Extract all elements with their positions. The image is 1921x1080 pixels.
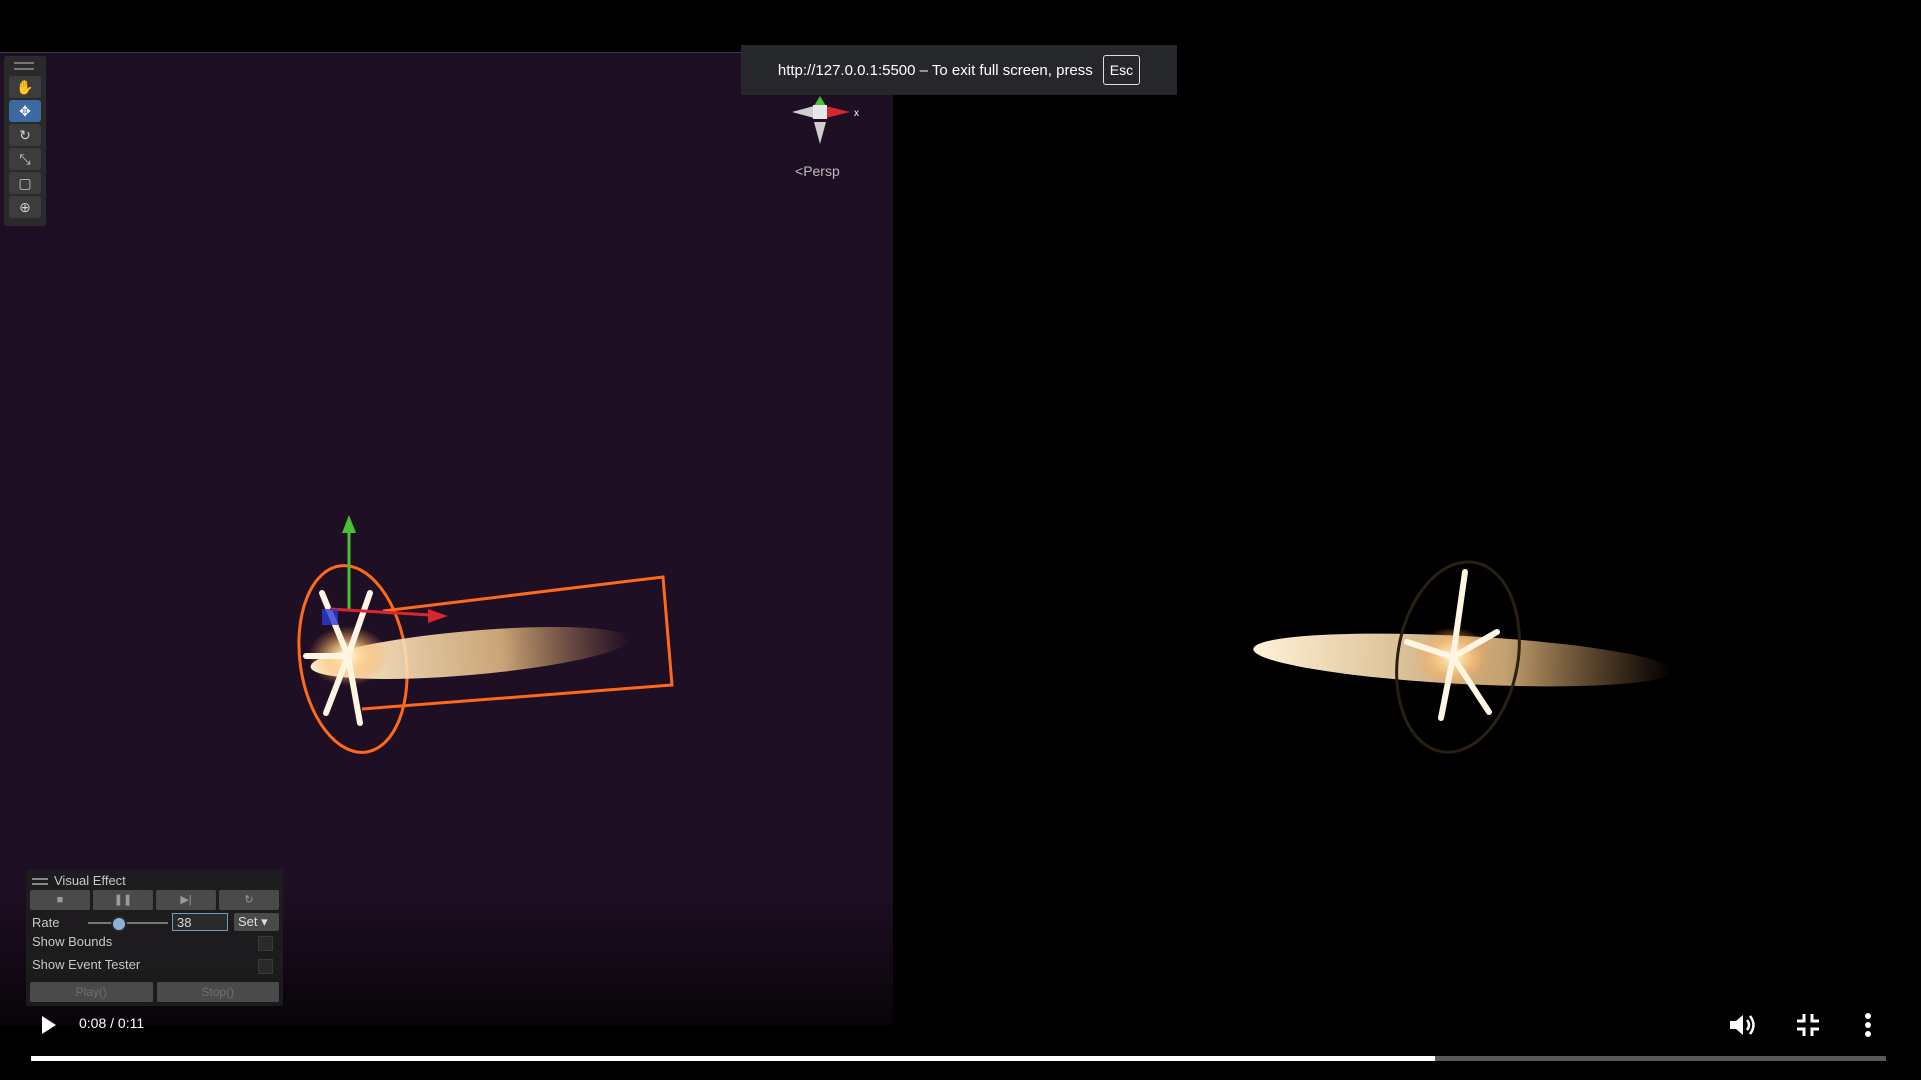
playback-buttons: ■ ❚❚ ▶| ↻ (30, 890, 279, 910)
stop-button[interactable]: ■ (30, 890, 90, 910)
more-options-button[interactable] (1864, 1012, 1872, 1038)
rotate-icon: ↻ (19, 127, 31, 143)
esc-key-hint: Esc (1102, 55, 1141, 85)
show-bounds-label: Show Bounds (32, 934, 113, 949)
restart-icon: ↻ (244, 894, 254, 906)
play-icon (42, 1016, 56, 1034)
hand-icon: ✋ (16, 79, 34, 95)
transform-gizmo[interactable] (322, 515, 448, 625)
pause-button[interactable]: ❚❚ (93, 890, 153, 910)
panel-header[interactable]: Visual Effect (32, 872, 126, 890)
palette-grip[interactable] (14, 62, 34, 70)
event-buttons: Play() Stop() (30, 982, 279, 1002)
show-event-tester-label: Show Event Tester (32, 957, 141, 972)
move-tool[interactable]: ✥ (9, 100, 41, 122)
hand-tool[interactable]: ✋ (9, 76, 41, 98)
exit-fullscreen-icon (1797, 1014, 1819, 1036)
progress-bar[interactable] (31, 1056, 1886, 1061)
stop-event-button[interactable]: Stop() (156, 982, 279, 1002)
muzzle-flash-effect (303, 590, 630, 726)
projection-toggle[interactable]: <Persp (795, 163, 840, 179)
panel-title: Visual Effect (54, 873, 126, 888)
time-display: 0:08 / 0:11 (79, 1015, 145, 1031)
pause-icon: ❚❚ (113, 894, 133, 906)
rect-tool[interactable]: ▢ (9, 172, 41, 194)
gizmo-x-cone[interactable] (826, 106, 850, 118)
tool-palette: ✋ ✥ ↻ ⤡ ▢ ⊕ (4, 56, 46, 226)
scale-tool[interactable]: ⤡ (9, 148, 41, 170)
game-view (893, 52, 1921, 1024)
play-event-button[interactable]: Play() (30, 982, 153, 1002)
play-button[interactable] (40, 1014, 58, 1036)
rate-label: Rate (32, 915, 60, 930)
gizmo-x-label: x (854, 108, 859, 119)
projection-label: Persp (803, 163, 840, 179)
show-event-tester-checkbox[interactable] (258, 959, 273, 974)
rate-slider-handle[interactable] (111, 916, 127, 932)
fullscreen-notice-text: http://127.0.0.1:5500 – To exit full scr… (777, 61, 1093, 79)
gizmo-y-cone[interactable] (814, 96, 826, 106)
step-icon: ▶| (180, 894, 192, 906)
restart-button[interactable]: ↻ (219, 890, 279, 910)
stop-icon: ■ (56, 894, 64, 906)
muzzle-flash-preview (1253, 560, 1673, 754)
rate-input[interactable]: 38 (172, 913, 228, 931)
volume-icon (1730, 1015, 1755, 1035)
progress-played (31, 1056, 1436, 1061)
visual-effect-panel: Visual Effect ■ ❚❚ ▶| ↻ Rate 38 Set ▾ Sh… (26, 870, 283, 1006)
fullscreen-notice: http://127.0.0.1:5500 – To exit full scr… (741, 45, 1177, 95)
set-dropdown[interactable]: Set ▾ (234, 913, 279, 931)
scale-icon: ⤡ (19, 151, 31, 167)
volume-button[interactable] (1728, 1011, 1758, 1039)
panel-grip-icon (32, 878, 48, 886)
exit-fullscreen-button[interactable] (1796, 1013, 1820, 1037)
rect-icon: ▢ (18, 175, 32, 191)
more-vertical-icon (1865, 1013, 1871, 1037)
orientation-gizmo[interactable]: x (790, 92, 870, 152)
rate-slider-track[interactable] (88, 922, 168, 924)
gizmo-neg-x-cone[interactable] (792, 106, 814, 118)
move-icon: ✥ (19, 103, 31, 119)
game-canvas (1253, 560, 1673, 754)
step-button[interactable]: ▶| (156, 890, 216, 910)
gizmo-neg-y-cone[interactable] (814, 122, 826, 144)
show-bounds-checkbox[interactable] (258, 936, 273, 951)
rotate-tool[interactable]: ↻ (9, 124, 41, 146)
transform-icon: ⊕ (19, 199, 31, 215)
transform-tool[interactable]: ⊕ (9, 196, 41, 218)
persp-chevron-icon: < (795, 163, 804, 179)
gizmo-center-cube[interactable] (813, 105, 827, 119)
